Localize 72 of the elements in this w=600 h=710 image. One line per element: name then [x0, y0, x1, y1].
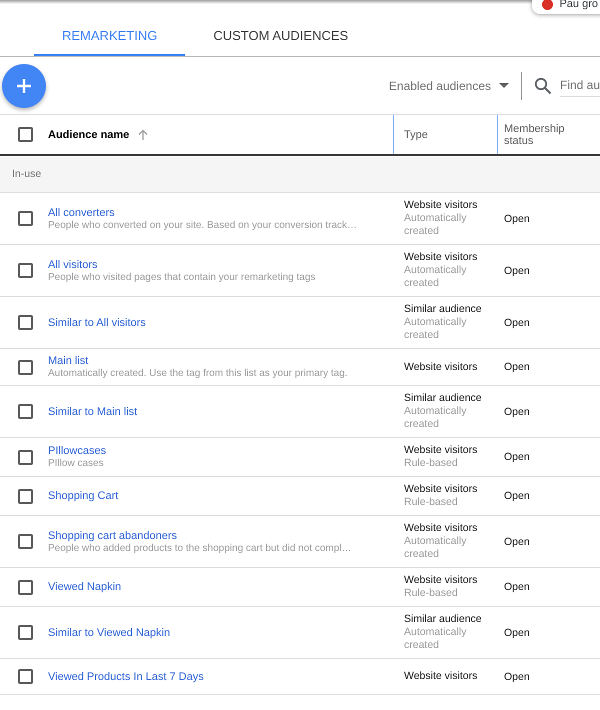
audience-name-link[interactable]: Viewed Napkin [48, 581, 393, 593]
add-button[interactable] [2, 64, 46, 108]
audience-source: Automatically created [404, 626, 468, 652]
alert-icon [542, 0, 554, 10]
audience-description: People who added products to the shopping cart but did not compl… [48, 542, 353, 554]
membership-status: Open [504, 264, 530, 276]
membership-status: Open [504, 670, 530, 682]
membership-status: Open [504, 490, 530, 502]
row-checkbox[interactable] [18, 315, 32, 330]
audience-source: Rule-based [404, 457, 459, 470]
audience-name-link[interactable]: PIllowcases [48, 445, 393, 457]
audience-type: Website visitors [404, 360, 478, 374]
row-checkbox[interactable] [18, 211, 32, 226]
sort-up-arrow-icon[interactable] [137, 128, 150, 140]
audience-description: People who converted on your site. Based on your conversion track… [48, 220, 358, 230]
audience-description: Automatically created. Use the tag from this list as your primary tag. [48, 368, 349, 379]
audience-type: Similar audience [404, 303, 483, 316]
audience-name-link[interactable]: Viewed Products In Last 7 Days [48, 670, 393, 682]
audience-source: Automatically created [404, 264, 468, 290]
membership-status: Open [504, 406, 530, 418]
row-checkbox[interactable] [18, 488, 32, 504]
row-checkbox[interactable] [18, 360, 32, 374]
membership-status: Open [504, 212, 530, 224]
audience-name-link[interactable]: Shopping cart abandoners [48, 530, 393, 542]
select-all-checkbox[interactable] [18, 127, 32, 142]
audience-name-link[interactable]: Similar to Main list [48, 406, 393, 418]
membership-status: Open [504, 361, 530, 373]
row-checkbox[interactable] [18, 625, 32, 640]
membership-status: Open [504, 626, 530, 638]
audience-source: Rule-based [404, 587, 459, 600]
audience-type: Website visitors [404, 670, 478, 683]
audience-name-link[interactable]: Similar to Viewed Napkin [48, 626, 393, 638]
column-header[interactable]: Audience name [48, 128, 130, 140]
search-icon[interactable] [534, 76, 552, 94]
membership-status: Open [504, 536, 530, 548]
row-checkbox[interactable] [18, 450, 32, 464]
audience-source: Rule-based [404, 496, 459, 509]
row-checkbox[interactable] [18, 580, 32, 594]
tab[interactable]: REMARKETING [34, 4, 186, 56]
row-checkbox[interactable] [18, 404, 32, 419]
audience-description: PIllow cases [48, 458, 105, 469]
row-checkbox[interactable] [18, 534, 32, 549]
audience-name-link[interactable]: Shopping Cart [48, 490, 393, 502]
audience-type: Website visitors [404, 251, 478, 264]
audience-source: Automatically created [404, 535, 468, 561]
audience-type: Website visitors [404, 574, 478, 587]
audience-name-link[interactable]: Main list [48, 355, 393, 367]
audience-type: Website visitors [404, 444, 478, 457]
column-header[interactable]: Type [404, 128, 428, 140]
audience-description: People who visited pages that contain your remarketing tags [48, 272, 316, 282]
audience-name-link[interactable]: Similar to All visitors [48, 316, 393, 328]
membership-status: Open [504, 451, 530, 463]
row-checkbox[interactable] [18, 263, 32, 278]
audience-source: Automatically created [404, 212, 468, 238]
audience-name-link[interactable]: All converters [48, 206, 393, 218]
tab[interactable]: CUSTOM AUDIENCES [185, 4, 376, 56]
row-checkbox[interactable] [18, 669, 32, 684]
column-header[interactable]: Membership status [504, 122, 574, 146]
membership-status: Open [504, 316, 530, 328]
audience-name-link[interactable]: All visitors [48, 258, 393, 270]
audience-type: Similar audience [404, 613, 483, 626]
audience-type: Website visitors [404, 483, 478, 496]
audience-type: Website visitors [404, 199, 478, 212]
audience-source: Automatically created [404, 405, 468, 431]
plus-icon [15, 76, 33, 94]
audience-filter-dropdown[interactable]: Enabled audiences [388, 78, 509, 92]
audience-source: Automatically created [404, 316, 468, 342]
audience-type: Similar audience [404, 392, 483, 405]
membership-status: Open [504, 581, 530, 593]
group-label: In-use [12, 168, 42, 180]
audience-type: Website visitors [404, 522, 478, 535]
caret-icon [499, 82, 509, 88]
